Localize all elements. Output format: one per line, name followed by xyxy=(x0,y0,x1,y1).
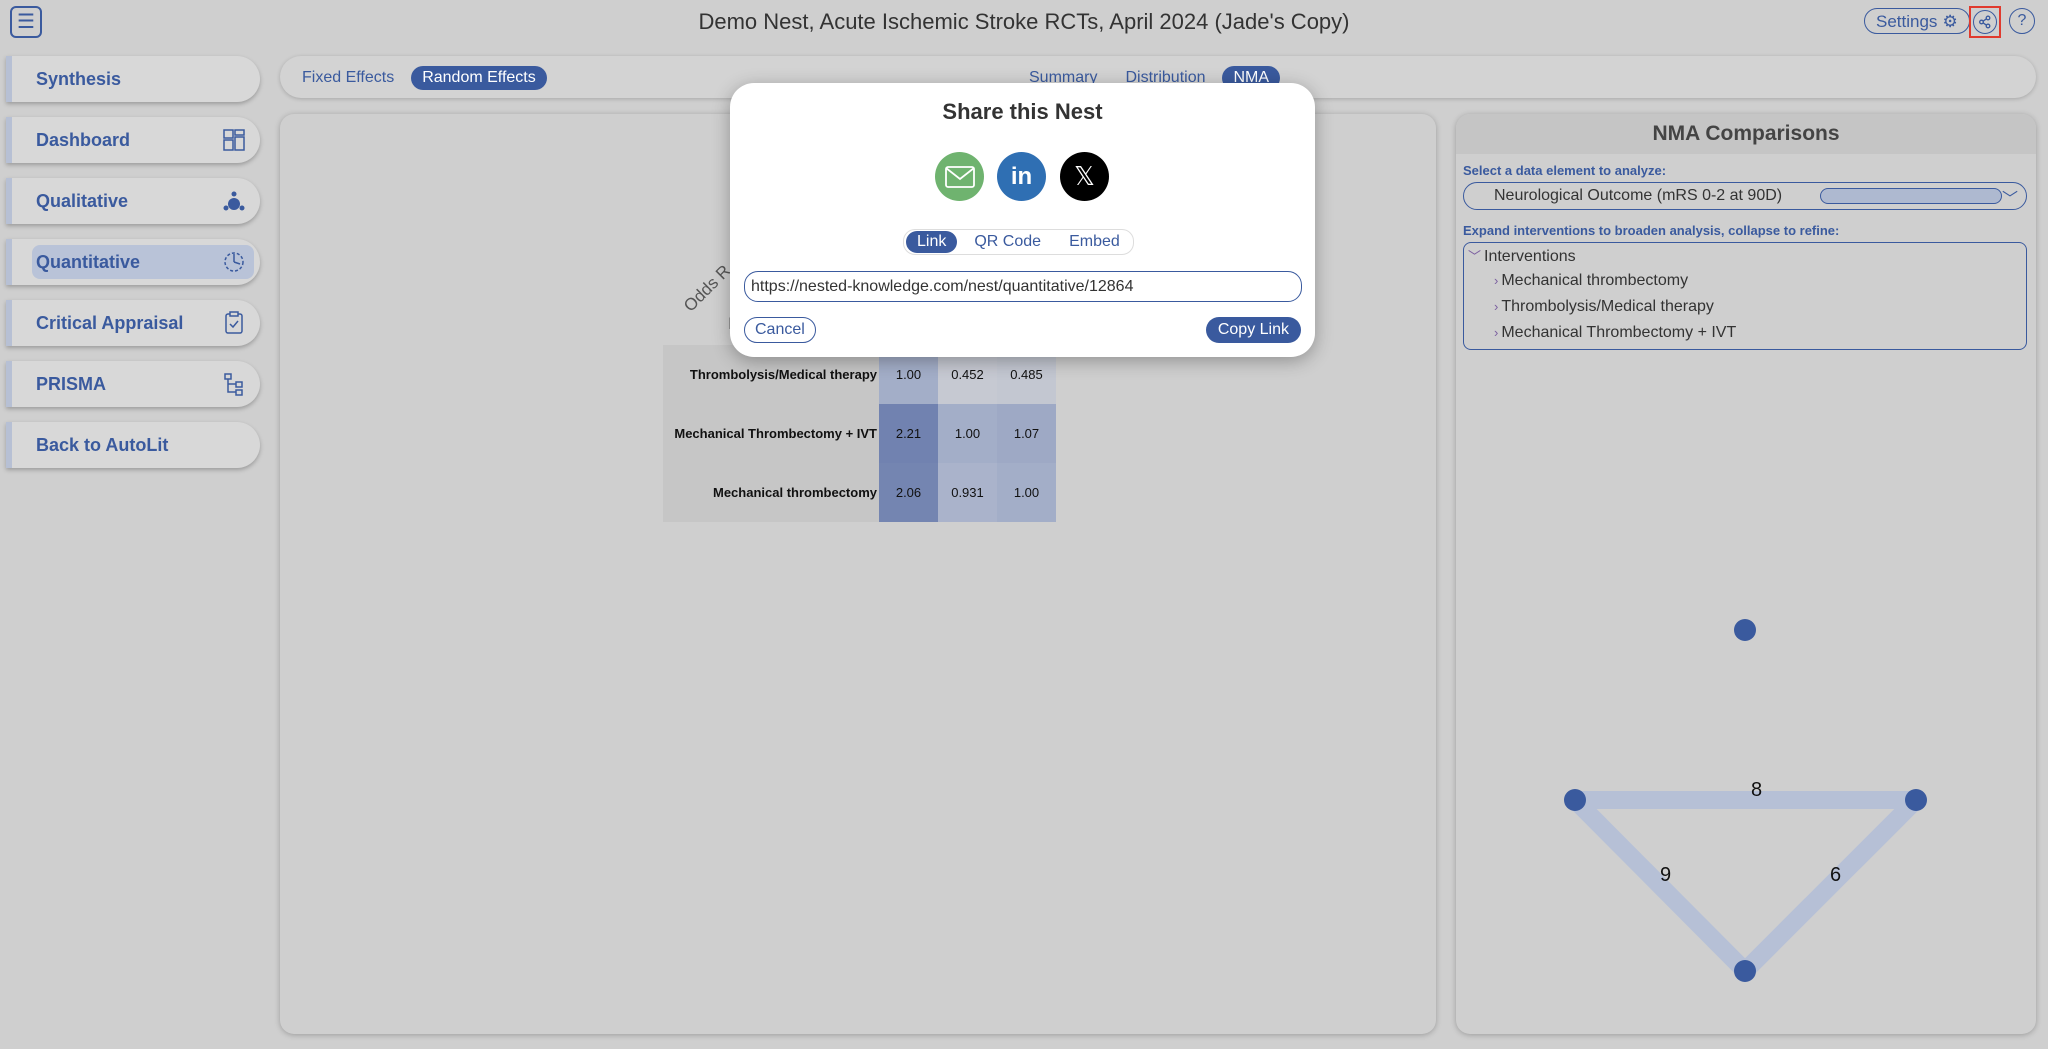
sidebar-item-synthesis[interactable]: Synthesis xyxy=(6,56,260,102)
nma-comparisons-panel: NMA Comparisons Select a data element to… xyxy=(1456,114,2036,1034)
sidebar-item-label: Critical Appraisal xyxy=(36,313,184,333)
axis-label: Odds R xyxy=(680,261,735,316)
edge-label: 8 xyxy=(1751,779,1762,801)
share-link-input[interactable] xyxy=(744,271,1302,302)
edge-label: 6 xyxy=(1830,864,1841,886)
x-share-button[interactable]: 𝕏 xyxy=(1060,152,1109,201)
tab-qr-code[interactable]: QR Code xyxy=(963,231,1052,253)
sidebar-item-back-to-autolit[interactable]: Back to AutoLit xyxy=(6,422,260,468)
table-row: Mechanical thrombectomy 2.06 0.931 1.00 xyxy=(663,463,1056,522)
network-node[interactable] xyxy=(1564,789,1586,811)
share-button[interactable] xyxy=(1969,6,2001,38)
sidebar-item-dashboard[interactable]: Dashboard xyxy=(6,117,260,163)
top-bar: ☰ Demo Nest, Acute Ischemic Stroke RCTs,… xyxy=(0,0,2048,42)
table-cell: 0.931 xyxy=(938,463,997,522)
share-modal: Share this Nest in 𝕏 Link QR Code Embed … xyxy=(730,83,1315,357)
share-icon xyxy=(1973,10,1997,34)
quantitative-icon xyxy=(224,252,244,272)
sidebar-item-label: Dashboard xyxy=(36,130,131,150)
table-row: Mechanical Thrombectomy + IVT 2.21 1.00 … xyxy=(663,404,1056,463)
league-table: Thrombolysis/Medical therapy 1.00 0.452 … xyxy=(663,345,1056,522)
help-button[interactable]: ? xyxy=(2009,8,2035,34)
sidebar-item-label: Quantitative xyxy=(36,252,141,272)
network-node[interactable] xyxy=(1905,789,1927,811)
cancel-button[interactable]: Cancel xyxy=(744,317,816,343)
row-header: Mechanical Thrombectomy + IVT xyxy=(663,404,879,463)
row-header: Mechanical thrombectomy xyxy=(663,463,879,522)
flowchart-icon xyxy=(224,373,243,396)
sidebar-item-quantitative[interactable]: Quantitative xyxy=(6,239,260,285)
linkedin-icon: in xyxy=(1010,162,1033,190)
settings-button[interactable]: Settings ⚙ xyxy=(1864,8,1970,34)
table-cell: 1.00 xyxy=(938,404,997,463)
sidebar-item-critical-appraisal[interactable]: Critical Appraisal xyxy=(6,300,260,346)
sidebar-item-label: Back to AutoLit xyxy=(36,435,169,455)
share-tabs: Link QR Code Embed xyxy=(903,229,1134,255)
dashboard-icon xyxy=(223,129,245,151)
x-icon: 𝕏 xyxy=(1074,161,1095,191)
settings-label: Settings xyxy=(1876,11,1938,31)
edge-label: 9 xyxy=(1660,864,1671,886)
table-cell: 2.21 xyxy=(879,404,938,463)
table-cell: 1.00 xyxy=(997,463,1056,522)
copy-link-button[interactable]: Copy Link xyxy=(1205,317,1301,343)
sidebar-item-prisma[interactable]: PRISMA xyxy=(6,361,260,407)
effects-toggle: Fixed Effects Random Effects xyxy=(291,66,547,90)
sidebar-item-label: Qualitative xyxy=(36,191,129,211)
network-node[interactable] xyxy=(1734,960,1756,982)
linkedin-share-button[interactable]: in xyxy=(997,152,1046,201)
modal-title: Share this Nest xyxy=(942,99,1103,124)
clipboard-icon xyxy=(225,311,243,334)
tab-link[interactable]: Link xyxy=(906,231,958,253)
fixed-effects-toggle[interactable]: Fixed Effects xyxy=(291,66,405,90)
network-graph: 8 9 6 xyxy=(1564,619,1927,982)
gear-icon: ⚙ xyxy=(1942,11,1958,31)
qualitative-icon xyxy=(223,191,245,211)
random-effects-toggle[interactable]: Random Effects xyxy=(411,66,547,90)
sidebar-item-label: PRISMA xyxy=(36,374,107,394)
sidebar: Synthesis Dashboard Qualitative Quantita… xyxy=(6,56,260,483)
sidebar-item-qualitative[interactable]: Qualitative xyxy=(6,178,260,224)
table-cell: 1.07 xyxy=(997,404,1056,463)
email-icon xyxy=(944,165,975,188)
tab-embed[interactable]: Embed xyxy=(1058,231,1131,253)
page-title: Demo Nest, Acute Ischemic Stroke RCTs, A… xyxy=(698,9,1350,34)
sidebar-item-label: Synthesis xyxy=(36,69,122,89)
email-share-button[interactable] xyxy=(935,152,984,201)
network-node[interactable] xyxy=(1734,619,1756,641)
table-cell: 2.06 xyxy=(879,463,938,522)
